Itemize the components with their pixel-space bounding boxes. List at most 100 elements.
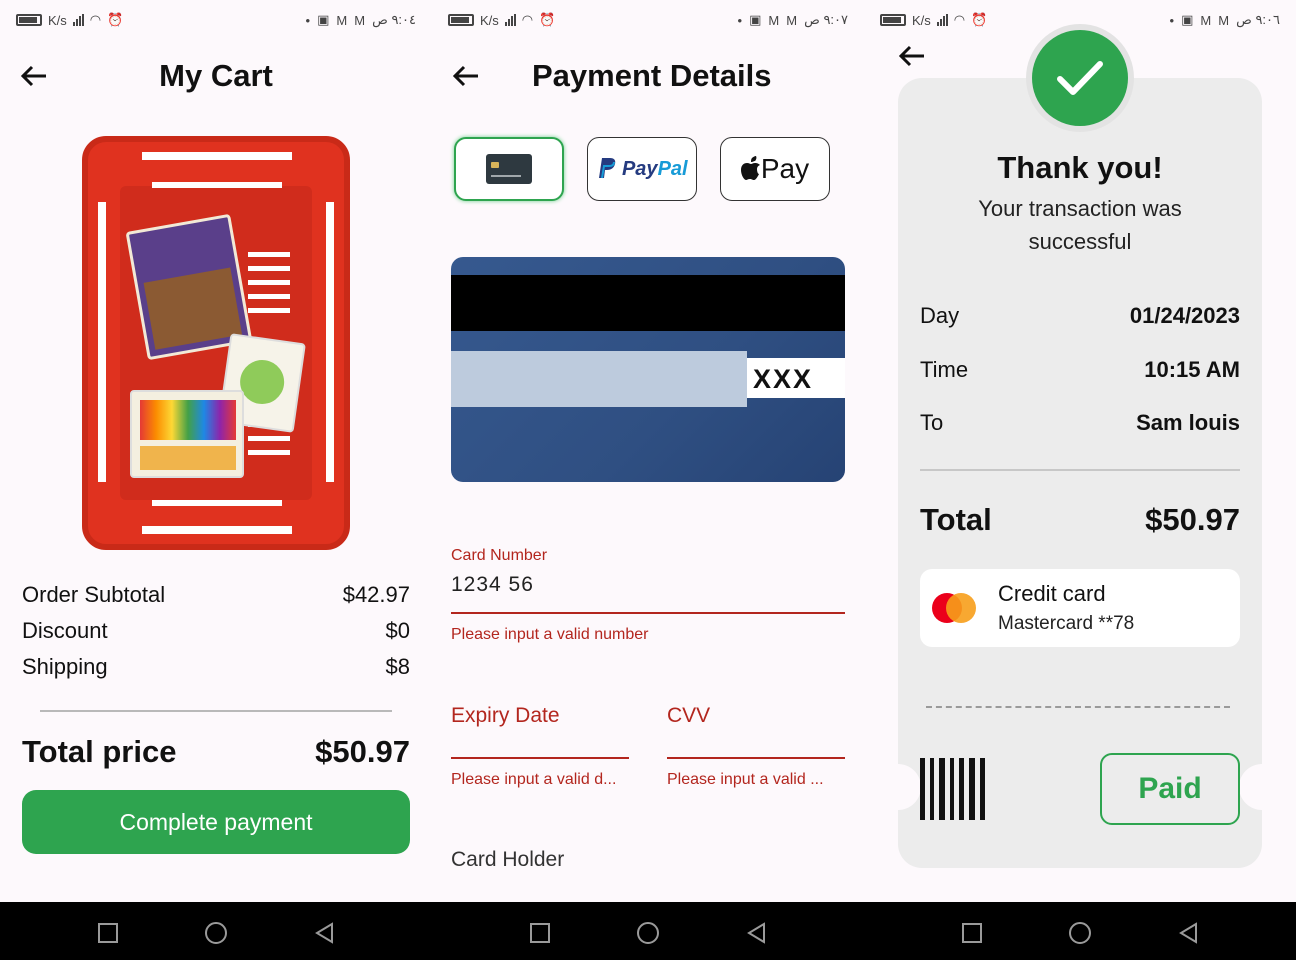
- complete-payment-button[interactable]: Complete payment: [22, 790, 410, 854]
- detail-row-to: To Sam louis: [920, 410, 1240, 436]
- signal-icon: [72, 14, 84, 26]
- dot-icon: •: [737, 12, 743, 28]
- card-number-label: Card Number: [451, 547, 548, 564]
- status-time: ٩:٠٧ ص: [804, 12, 848, 27]
- card-number-error: Please input a valid number: [451, 626, 649, 643]
- payment-screen: K/s ◠ ⏰ • ▣ M M ٩:٠٧ ص Payment Details P…: [432, 0, 864, 902]
- page-title: Payment Details: [532, 58, 772, 93]
- summary-row-shipping: Shipping $8: [22, 654, 410, 680]
- speed-indicator: K/s: [480, 12, 499, 28]
- status-time: ٩:٠٤ ص: [372, 12, 416, 27]
- gmail-icon: M: [354, 12, 366, 28]
- detail-row-time: Time 10:15 AM: [920, 357, 1240, 383]
- total-value: $50.97: [315, 734, 410, 769]
- summary-label: Order Subtotal: [22, 582, 166, 607]
- magnetic-stripe: [451, 275, 845, 331]
- cvv-error: Please input a valid ...: [667, 771, 824, 788]
- signal-icon: [936, 14, 948, 26]
- product-markers: [130, 390, 244, 478]
- total-row: Total price $50.97: [22, 734, 410, 770]
- thank-you-subtitle: Your transaction was successful: [978, 196, 1182, 254]
- ticket-notch-left: [875, 764, 921, 810]
- home-icon[interactable]: [1069, 922, 1091, 944]
- thank-you-title: Thank you!: [997, 150, 1163, 185]
- battery-icon: [448, 14, 474, 26]
- total-value: $50.97: [1145, 502, 1240, 537]
- gmail-icon: M: [786, 12, 798, 28]
- recents-icon[interactable]: [962, 923, 982, 943]
- back-icon[interactable]: [746, 922, 766, 944]
- detail-value: 10:15 AM: [1144, 357, 1240, 382]
- dot-icon: •: [305, 12, 311, 28]
- summary-row-subtotal: Order Subtotal $42.97: [22, 582, 410, 608]
- payment-option-apple-pay[interactable]: Pay: [720, 137, 830, 201]
- wifi-icon: ◠: [89, 12, 102, 27]
- expiry-underline: [451, 757, 629, 759]
- expiry-error: Please input a valid d...: [451, 771, 617, 788]
- receipt-total-row: Total $50.97: [920, 502, 1240, 538]
- apple-pay-logo: Pay: [740, 153, 809, 185]
- perforation-line: [926, 706, 1230, 708]
- detail-value: 01/24/2023: [1129, 303, 1240, 328]
- card-number-input[interactable]: 1234 56: [451, 573, 534, 597]
- detail-row-day: Day 01/24/2023: [920, 303, 1240, 329]
- method-title: Credit card: [998, 581, 1106, 606]
- recents-icon[interactable]: [98, 923, 118, 943]
- summary-label: Shipping: [22, 654, 108, 679]
- checkmark-icon: [1032, 30, 1128, 126]
- success-badge: [1026, 24, 1134, 132]
- detail-value: Sam louis: [1136, 410, 1240, 435]
- ticket-notch-right: [1239, 764, 1285, 810]
- recents-icon[interactable]: [530, 923, 550, 943]
- cvv-input[interactable]: CVV: [667, 704, 710, 728]
- back-arrow-icon[interactable]: [896, 40, 928, 77]
- apple-icon: [740, 156, 760, 180]
- paid-button[interactable]: Paid: [1100, 753, 1240, 825]
- payment-method-card: Credit card Mastercard **78: [920, 569, 1240, 647]
- detail-label: To: [920, 410, 944, 435]
- alarm-icon: ⏰: [539, 12, 556, 27]
- nfc-icon: ▣: [1181, 12, 1194, 27]
- summary-value: $8: [385, 654, 410, 679]
- back-arrow-icon[interactable]: [450, 60, 482, 97]
- status-bar: K/s ◠ ⏰ • ▣ M M ٩:٠٧ ص: [432, 0, 864, 42]
- detail-label: Day: [920, 303, 960, 328]
- signature-strip: [451, 351, 747, 407]
- nfc-icon: ▣: [749, 12, 762, 27]
- divider: [40, 710, 392, 712]
- card-holder-input[interactable]: Card Holder: [451, 848, 564, 872]
- payment-option-card[interactable]: [454, 137, 564, 201]
- cvv-underline: [667, 757, 845, 759]
- credit-card-icon: [486, 154, 532, 184]
- home-icon[interactable]: [205, 922, 227, 944]
- gmail-icon: M: [768, 12, 780, 28]
- expiry-date-input[interactable]: Expiry Date: [451, 704, 560, 728]
- summary-value: $0: [385, 618, 410, 643]
- cart-basket-image: [82, 136, 350, 550]
- card-back-preview: XXX: [451, 257, 845, 482]
- battery-icon: [16, 14, 42, 26]
- payment-option-paypal[interactable]: PayPal: [587, 137, 697, 201]
- receipt-screen: K/s ◠ ⏰ • ▣ M M ٩:٠٦ ص Thank you! Your t…: [864, 0, 1296, 902]
- cart-screen: K/s ◠ ⏰ • ▣ M M ٩:٠٤ ص My Cart Order Sub…: [0, 0, 432, 902]
- speed-indicator: K/s: [912, 12, 931, 28]
- battery-icon: [880, 14, 906, 26]
- total-label: Total: [920, 502, 992, 537]
- alarm-icon: ⏰: [971, 12, 988, 27]
- card-number-underline: [451, 612, 845, 614]
- method-subtitle: Mastercard **78: [998, 613, 1135, 634]
- home-icon[interactable]: [637, 922, 659, 944]
- back-icon[interactable]: [1178, 922, 1198, 944]
- back-icon[interactable]: [314, 922, 334, 944]
- page-title: My Cart: [159, 58, 273, 93]
- card-cvv-display: XXX: [747, 358, 845, 398]
- paypal-icon: [599, 158, 616, 179]
- status-bar: K/s ◠ ⏰ • ▣ M M ٩:٠٤ ص: [0, 0, 432, 42]
- alarm-icon: ⏰: [107, 12, 124, 27]
- detail-label: Time: [920, 357, 969, 382]
- summary-label: Discount: [22, 618, 108, 643]
- dot-icon: •: [1169, 12, 1175, 28]
- mastercard-icon: [932, 593, 978, 623]
- gmail-icon: M: [1200, 12, 1212, 28]
- wifi-icon: ◠: [953, 12, 966, 27]
